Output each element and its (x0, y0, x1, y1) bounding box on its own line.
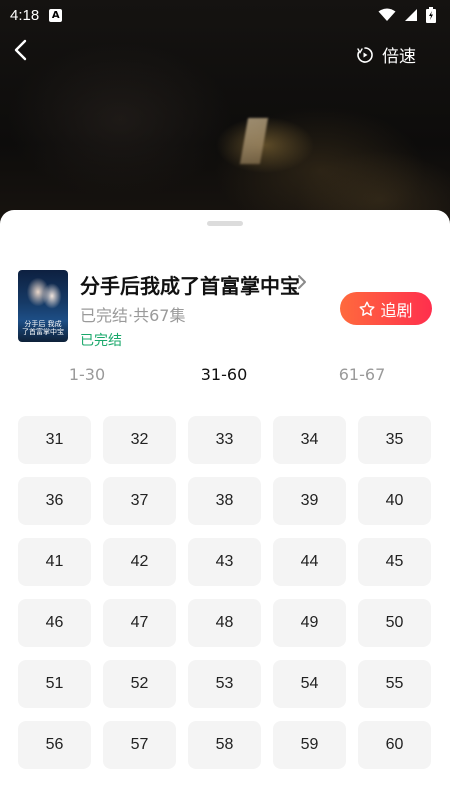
episode-button[interactable]: 44 (273, 538, 346, 586)
drama-poster: 分手后 我成了首富掌中宝 (18, 270, 68, 342)
follow-drama-button[interactable]: 追剧 (340, 292, 432, 325)
episode-button[interactable]: 40 (358, 477, 431, 525)
episode-button[interactable]: 57 (103, 721, 176, 769)
back-button[interactable] (8, 36, 32, 64)
sheet-drag-handle[interactable] (207, 221, 243, 226)
episode-range-tabs: 1-30 31-60 61-67 (0, 365, 450, 389)
playback-speed-label: 倍速 (382, 47, 416, 67)
status-icons (378, 7, 436, 23)
drama-episode-count: 已完结·共67集 (80, 306, 186, 325)
episode-button[interactable]: 39 (273, 477, 346, 525)
episode-button[interactable]: 45 (358, 538, 431, 586)
episode-grid: 31 32 33 34 35 36 37 38 39 40 41 42 43 4… (18, 416, 432, 769)
drama-status-badge: 已完结 (80, 333, 122, 349)
episode-button[interactable]: 53 (188, 660, 261, 708)
battery-icon (426, 7, 436, 23)
video-player[interactable] (0, 0, 450, 240)
episode-button[interactable]: 46 (18, 599, 91, 647)
playback-speed-button[interactable]: 倍速 (356, 42, 416, 67)
episode-button[interactable]: 51 (18, 660, 91, 708)
episode-button[interactable]: 38 (188, 477, 261, 525)
episode-button[interactable]: 31 (18, 416, 91, 464)
back-arrow-icon (14, 39, 27, 61)
follow-drama-label: 追剧 (380, 300, 413, 320)
episode-button[interactable]: 32 (103, 416, 176, 464)
episode-button[interactable]: 55 (358, 660, 431, 708)
episode-button[interactable]: 59 (273, 721, 346, 769)
drama-title: 分手后我成了首富掌中宝 (80, 274, 300, 298)
tab-range-61-67[interactable]: 61-67 (302, 365, 422, 384)
episode-button[interactable]: 34 (273, 416, 346, 464)
episode-button[interactable]: 54 (273, 660, 346, 708)
episode-button[interactable]: 60 (358, 721, 431, 769)
signal-icon (405, 9, 417, 21)
episode-button[interactable]: 36 (18, 477, 91, 525)
episode-button[interactable]: 49 (273, 599, 346, 647)
status-time: 4:18 (10, 6, 40, 24)
episode-button[interactable]: 43 (188, 538, 261, 586)
episode-button[interactable]: 50 (358, 599, 431, 647)
chevron-right-icon (298, 275, 306, 289)
episode-button[interactable]: 37 (103, 477, 176, 525)
episode-sheet: 分手后 我成了首富掌中宝 分手后我成了首富掌中宝 已完结·共67集 已完结 追剧… (0, 210, 450, 800)
speed-icon (357, 46, 373, 63)
tab-range-1-30[interactable]: 1-30 (27, 365, 147, 384)
episode-button[interactable]: 41 (18, 538, 91, 586)
video-frame-highlight (239, 118, 269, 164)
tab-range-31-60[interactable]: 31-60 (164, 365, 284, 384)
episode-button[interactable]: 33 (188, 416, 261, 464)
episode-button[interactable]: 47 (103, 599, 176, 647)
episode-button[interactable]: 58 (188, 721, 261, 769)
poster-title-art: 分手后 我成了首富掌中宝 (22, 320, 64, 336)
episode-button[interactable]: 35 (358, 416, 431, 464)
status-bar: 4:18 A (0, 0, 450, 30)
episode-button[interactable]: 56 (18, 721, 91, 769)
notification-icon: A (49, 8, 63, 22)
star-icon (359, 301, 375, 316)
episode-button[interactable]: 48 (188, 599, 261, 647)
episode-button[interactable]: 42 (103, 538, 176, 586)
episode-button[interactable]: 52 (103, 660, 176, 708)
wifi-icon (378, 8, 396, 21)
